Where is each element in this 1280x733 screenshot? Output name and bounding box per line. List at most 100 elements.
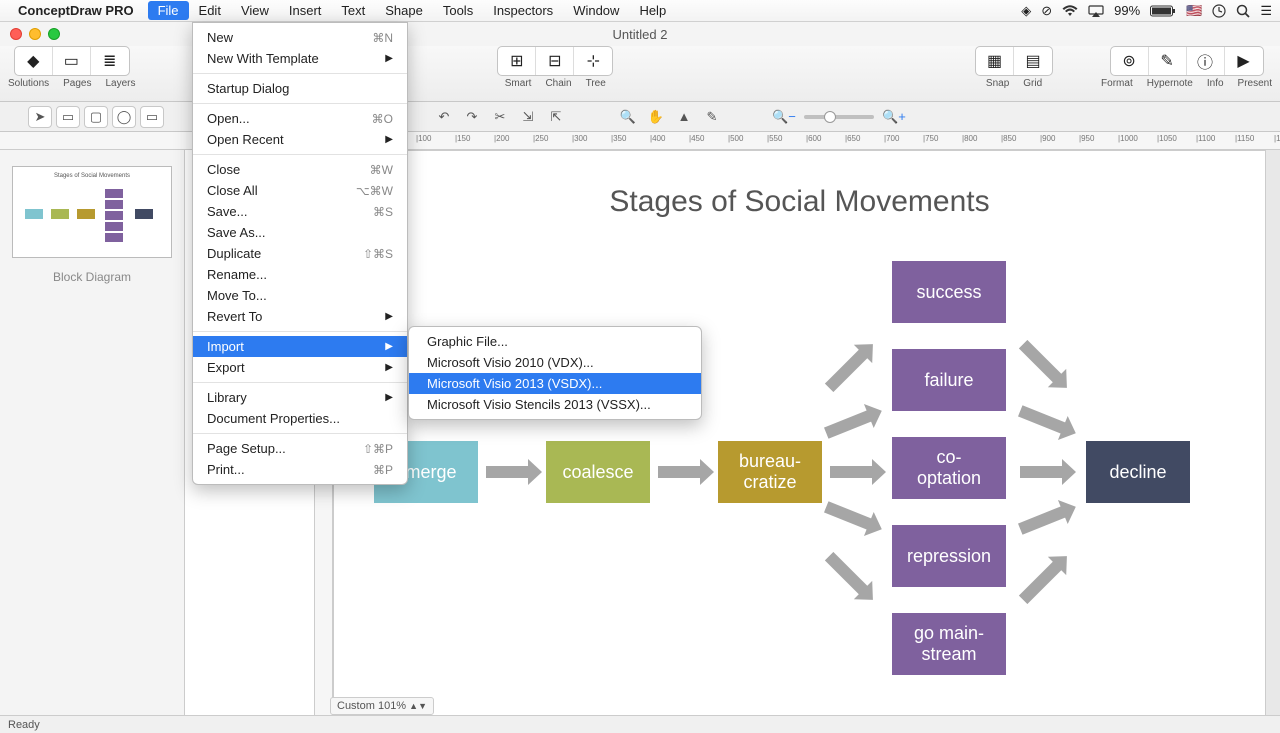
file-menu-save-as-[interactable]: Save As... xyxy=(193,222,407,243)
file-menu-move-to-[interactable]: Move To... xyxy=(193,285,407,306)
arrow-icon xyxy=(1012,545,1077,610)
zoom-out-icon[interactable]: 🔍− xyxy=(772,106,796,128)
box-coopt[interactable]: co-optation xyxy=(892,437,1006,499)
file-menu-export[interactable]: Export▶ xyxy=(193,357,407,378)
drawing-canvas[interactable]: Stages of Social Movements emergecoalesc… xyxy=(333,150,1266,733)
link-icon[interactable]: ⇲ xyxy=(516,106,540,128)
file-menu-open-recent[interactable]: Open Recent▶ xyxy=(193,129,407,150)
cut-icon[interactable]: ✂ xyxy=(488,106,512,128)
stamp-icon[interactable]: ▲ xyxy=(672,106,696,128)
battery-percent: 99% xyxy=(1114,3,1140,18)
status-bar: Ready xyxy=(0,715,1280,733)
import-microsoft-visio-stencils-2013-vssx-[interactable]: Microsoft Visio Stencils 2013 (VSSX)... xyxy=(409,394,701,415)
file-menu-new[interactable]: New⌘N xyxy=(193,27,407,48)
menu-tools[interactable]: Tools xyxy=(433,1,483,20)
arrow-icon xyxy=(1012,333,1077,398)
select-tool[interactable]: ▭ xyxy=(56,106,80,128)
arrow-icon xyxy=(1015,493,1082,543)
minimize-window-icon[interactable] xyxy=(29,28,41,40)
zoom-slider[interactable] xyxy=(804,115,874,119)
menu-text[interactable]: Text xyxy=(331,1,375,20)
menu-inspectors[interactable]: Inspectors xyxy=(483,1,563,20)
undo-icon[interactable]: ↶ xyxy=(432,106,456,128)
ellipse-tool[interactable]: ◯ xyxy=(112,106,136,128)
box-gomain[interactable]: go main-stream xyxy=(892,613,1006,675)
wifi-icon[interactable] xyxy=(1062,5,1078,17)
close-window-icon[interactable] xyxy=(10,28,22,40)
file-menu-new-with-template[interactable]: New With Template▶ xyxy=(193,48,407,69)
file-menu-revert-to[interactable]: Revert To▶ xyxy=(193,306,407,327)
smart-button[interactable]: ⊞ xyxy=(498,47,536,75)
arrow-icon xyxy=(821,397,888,447)
pointer-tool[interactable]: ➤ xyxy=(28,106,52,128)
format-button[interactable]: ⊚ xyxy=(1111,47,1149,75)
menu-view[interactable]: View xyxy=(231,1,279,20)
menu-help[interactable]: Help xyxy=(629,1,676,20)
box-decline[interactable]: decline xyxy=(1086,441,1190,503)
info-button[interactable]: ⓘ xyxy=(1187,47,1225,75)
clock-icon[interactable] xyxy=(1212,4,1226,18)
tree-button[interactable]: ⊹ xyxy=(574,47,612,75)
menu-icon[interactable]: ☰ xyxy=(1260,3,1272,19)
rect-tool[interactable]: ▢ xyxy=(84,106,108,128)
file-menu-close-all[interactable]: Close All⌥⌘W xyxy=(193,180,407,201)
grid-button[interactable]: ▤ xyxy=(1014,47,1052,75)
rrect-tool[interactable]: ▭ xyxy=(140,106,164,128)
menu-window[interactable]: Window xyxy=(563,1,629,20)
menu-file[interactable]: File xyxy=(148,1,189,20)
file-menu-import[interactable]: Import▶ xyxy=(193,336,407,357)
spotlight-icon[interactable] xyxy=(1236,4,1250,18)
battery-icon[interactable] xyxy=(1150,5,1176,17)
solutions-button[interactable]: ◆ xyxy=(15,47,53,75)
flag-icon[interactable]: 🇺🇸 xyxy=(1186,3,1202,19)
menu-shape[interactable]: Shape xyxy=(375,1,433,20)
import-submenu: Graphic File...Microsoft Visio 2010 (VDX… xyxy=(408,326,702,420)
box-bureau[interactable]: bureau-cratize xyxy=(718,441,822,503)
arrow-icon xyxy=(830,457,886,487)
file-menu-startup-dialog[interactable]: Startup Dialog xyxy=(193,78,407,99)
sync-icon[interactable]: ◈ xyxy=(1021,3,1031,19)
zoom-window-icon[interactable] xyxy=(48,28,60,40)
hand-icon[interactable]: ✋ xyxy=(644,106,668,128)
page-thumbnails-panel: Stages of Social Movements Block Diagram xyxy=(0,150,185,733)
snap-button[interactable]: ▦ xyxy=(976,47,1014,75)
box-success[interactable]: success xyxy=(892,261,1006,323)
chain-button[interactable]: ⊟ xyxy=(536,47,574,75)
file-menu-open-[interactable]: Open...⌘O xyxy=(193,108,407,129)
file-menu-close[interactable]: Close⌘W xyxy=(193,159,407,180)
page-thumbnail[interactable]: Stages of Social Movements xyxy=(12,166,172,258)
file-menu-save-[interactable]: Save...⌘S xyxy=(193,201,407,222)
box-failure[interactable]: failure xyxy=(892,349,1006,411)
box-repress[interactable]: repression xyxy=(892,525,1006,587)
import-microsoft-visio-2010-vdx-[interactable]: Microsoft Visio 2010 (VDX)... xyxy=(409,352,701,373)
import-graphic-file-[interactable]: Graphic File... xyxy=(409,331,701,352)
file-menu-duplicate[interactable]: Duplicate⇧⌘S xyxy=(193,243,407,264)
pages-button[interactable]: ▭ xyxy=(53,47,91,75)
menu-edit[interactable]: Edit xyxy=(189,1,231,20)
break-icon[interactable]: ⇱ xyxy=(544,106,568,128)
present-button[interactable]: ▶ xyxy=(1225,47,1263,75)
arrow-icon xyxy=(821,493,888,543)
arrow-icon xyxy=(1020,457,1076,487)
menu-insert[interactable]: Insert xyxy=(279,1,332,20)
airplay-icon[interactable] xyxy=(1088,5,1104,17)
clock-status-icon[interactable]: ⊘ xyxy=(1041,3,1052,19)
file-menu-library[interactable]: Library▶ xyxy=(193,387,407,408)
search-icon[interactable]: 🔍 xyxy=(616,106,640,128)
zoom-readout[interactable]: Custom 101% ▲▼ xyxy=(330,697,434,715)
box-coalesce[interactable]: coalesce xyxy=(546,441,650,503)
import-microsoft-visio-2013-vsdx-[interactable]: Microsoft Visio 2013 (VSDX)... xyxy=(409,373,701,394)
redo-icon[interactable]: ↷ xyxy=(460,106,484,128)
file-menu-print-[interactable]: Print...⌘P xyxy=(193,459,407,480)
thumb-title: Stages of Social Movements xyxy=(13,167,171,179)
diagram-title: Stages of Social Movements xyxy=(609,185,989,219)
zoom-in-icon[interactable]: 🔍+ xyxy=(882,106,906,128)
file-menu-document-properties-[interactable]: Document Properties... xyxy=(193,408,407,429)
eyedropper-icon[interactable]: ✎ xyxy=(700,106,724,128)
file-menu-rename-[interactable]: Rename... xyxy=(193,264,407,285)
layers-button[interactable]: ≣ xyxy=(91,47,129,75)
file-menu-page-setup-[interactable]: Page Setup...⇧⌘P xyxy=(193,438,407,459)
app-name[interactable]: ConceptDraw PRO xyxy=(18,3,134,18)
thumb-label: Block Diagram xyxy=(8,270,176,284)
hypernote-button[interactable]: ✎ xyxy=(1149,47,1187,75)
